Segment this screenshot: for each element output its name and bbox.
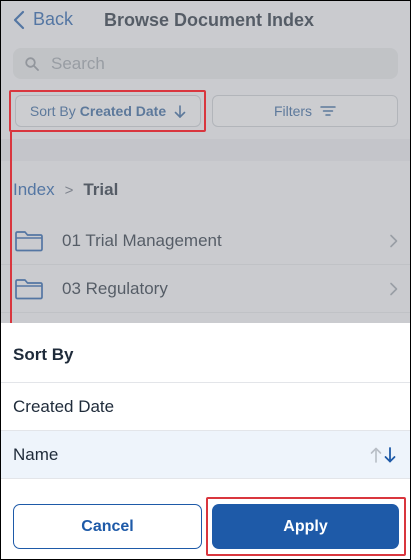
sort-option-label: Created Date [13, 396, 115, 416]
sheet-divider [1, 478, 410, 479]
sort-highlight-annotation [9, 90, 206, 132]
cancel-button[interactable]: Cancel [13, 504, 202, 549]
sheet-title: Sort By [13, 345, 74, 364]
modal-backdrop[interactable] [1, 1, 410, 323]
annotation-arrow-line [10, 132, 12, 324]
sort-option-name[interactable]: Name [1, 431, 410, 478]
sort-option-created-date[interactable]: Created Date [1, 383, 410, 430]
sort-sheet: Sort By Created Date Name Cancel Apply [1, 323, 410, 559]
sort-direction-toggle[interactable] [368, 446, 396, 463]
apply-highlight-annotation [206, 497, 406, 556]
arrow-up-icon[interactable] [370, 447, 382, 463]
app-frame: Back Browse Document Index Search Sort B… [0, 0, 411, 560]
arrow-down-icon[interactable] [384, 446, 396, 463]
sort-option-label: Name [13, 444, 59, 464]
